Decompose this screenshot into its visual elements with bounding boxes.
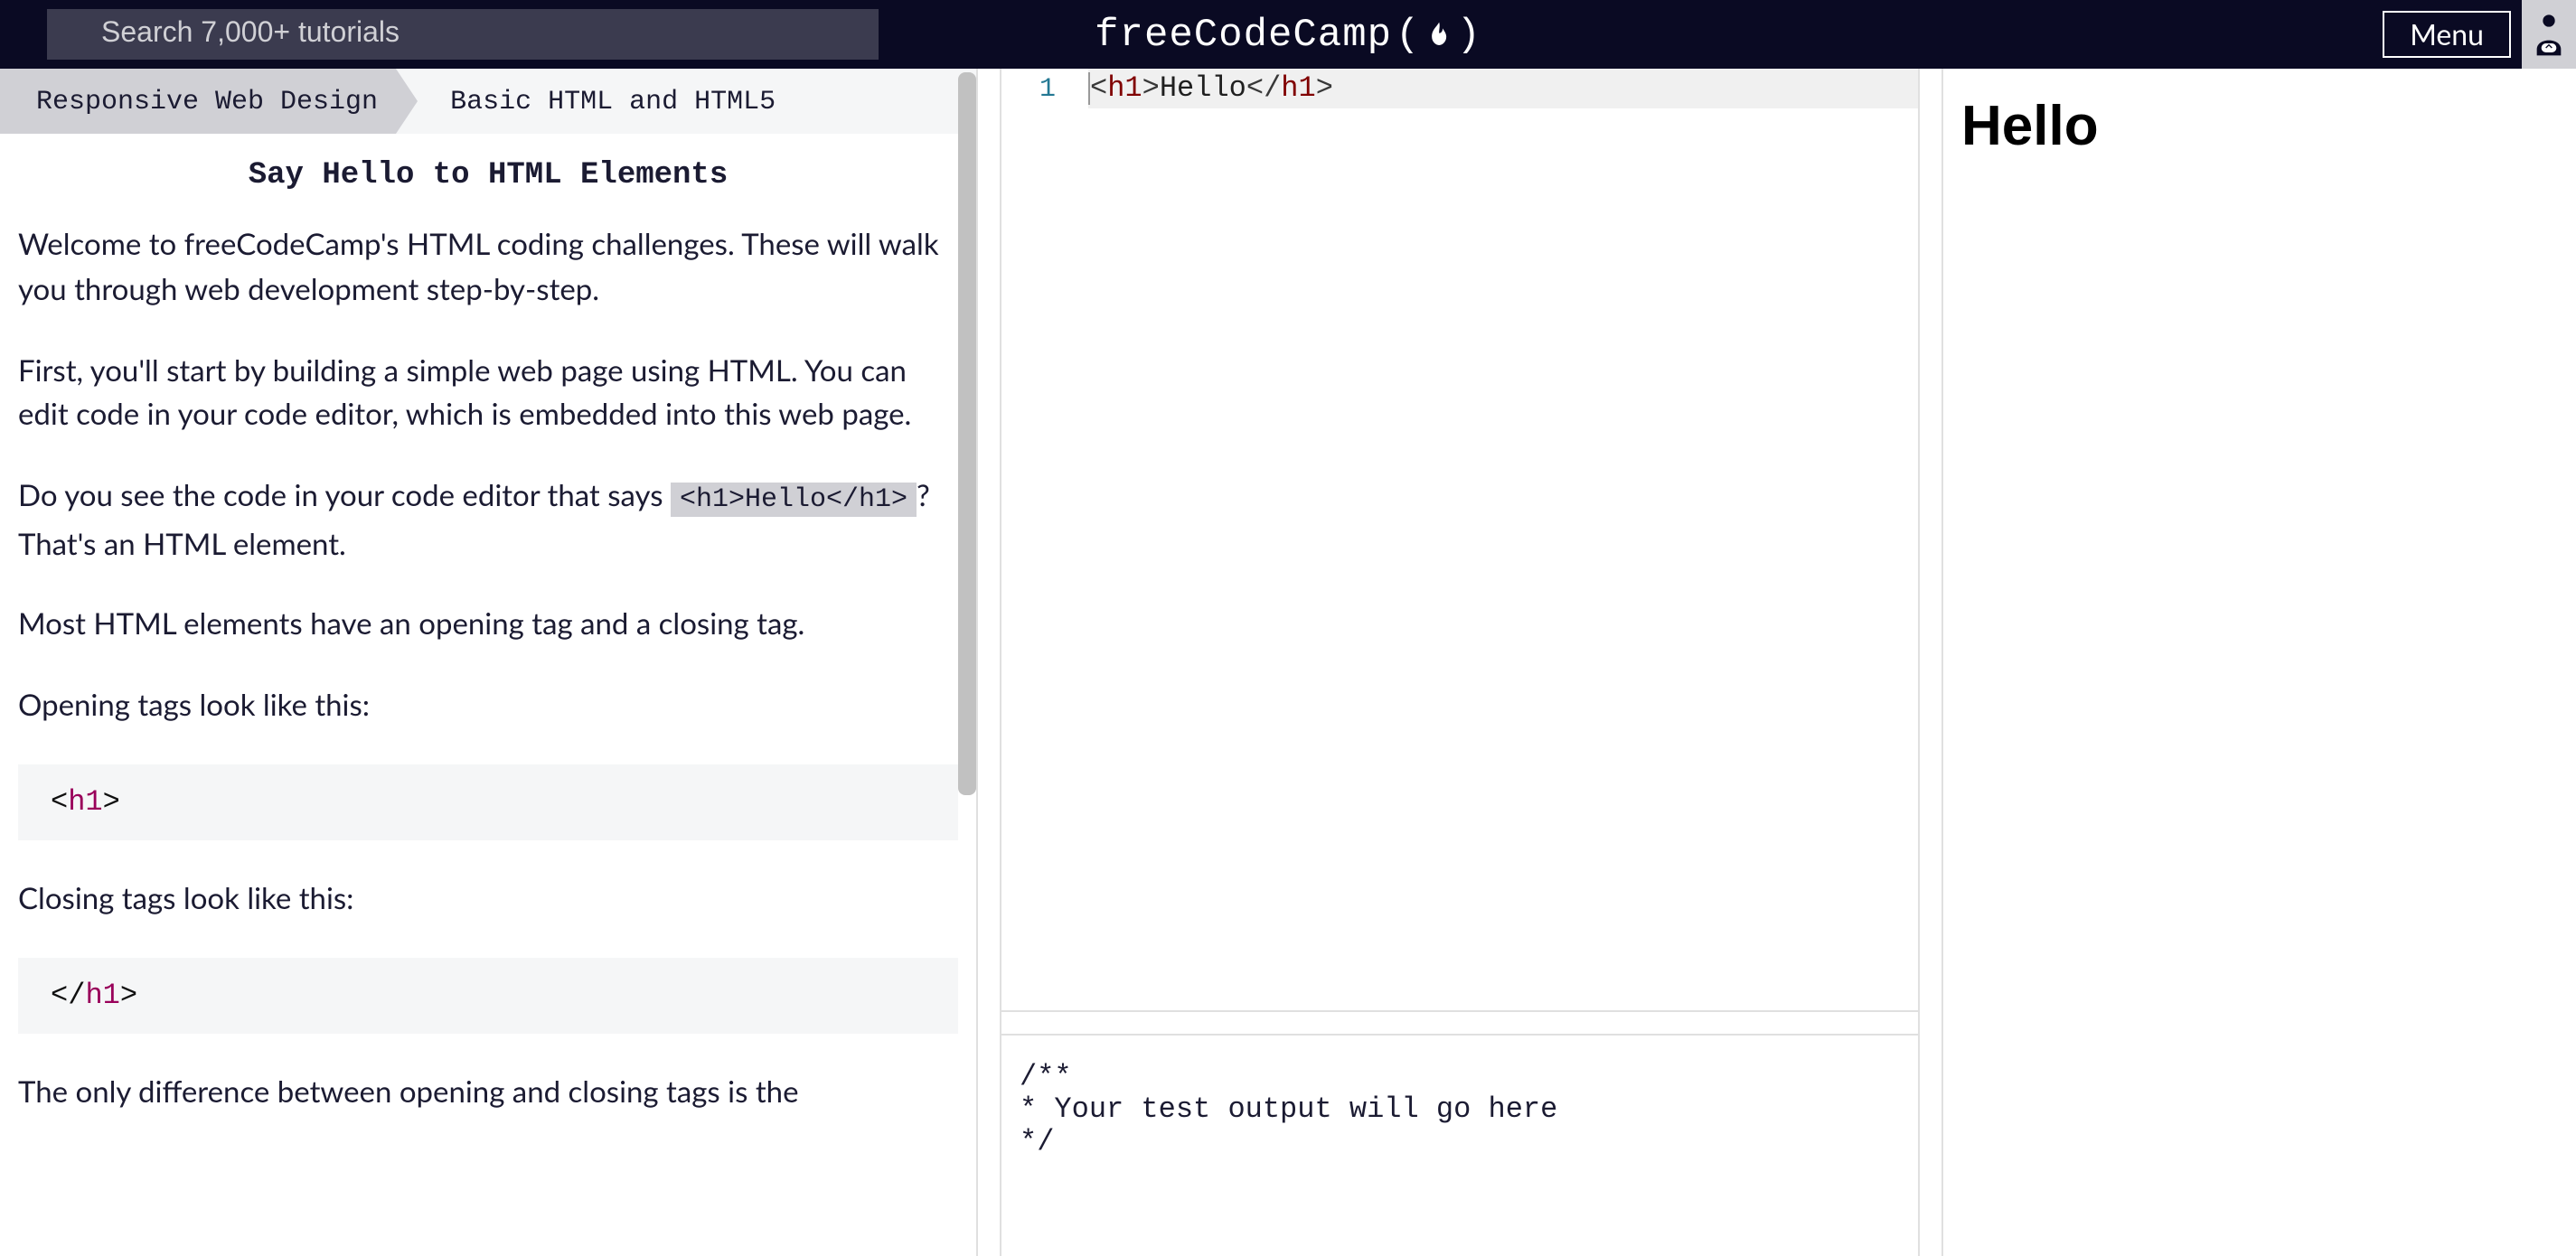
search-input[interactable] [47,9,879,60]
panel-resizer[interactable] [976,69,1001,1256]
desc-para: First, you'll start by building a simple… [18,348,958,437]
code-tag: h1 [68,786,102,819]
desc-para: Do you see the code in your code editor … [18,473,958,567]
panel-resizer[interactable] [1918,69,1943,1256]
preview-panel: Hello [1943,69,2576,1256]
preview-heading: Hello [1961,94,2558,159]
code-line[interactable]: <h1>Hello</h1> [1088,69,1918,108]
logo[interactable]: freeCodeCamp() [1095,12,1481,57]
code-editor[interactable]: 1 <h1>Hello</h1> [1001,69,1918,1010]
test-output: /** * Your test output will go here */ [1001,1036,1918,1256]
menu-button[interactable]: Menu [2383,11,2511,58]
top-nav: freeCodeCamp() Menu [0,0,2576,69]
desc-text: Do you see the code in your code editor … [18,477,671,513]
code-tok: h1 [1107,72,1142,105]
fire-icon [1424,18,1453,51]
panel-resizer-horizontal[interactable] [1001,1010,1918,1036]
instructions-panel: Responsive Web Design Basic HTML and HTM… [0,69,976,1256]
avatar[interactable] [2522,0,2576,69]
challenge-title: Say Hello to HTML Elements [0,134,976,222]
instructions-scroll[interactable]: Say Hello to HTML Elements Welcome to fr… [0,134,976,1256]
scrollbar[interactable] [958,69,976,1256]
line-number: 1 [1001,73,1088,104]
breadcrumb-section[interactable]: Basic HTML and HTML5 [396,69,804,134]
code-tag: h1 [85,979,119,1011]
logo-paren: ( [1396,12,1420,57]
code-tok: h1 [1281,72,1315,105]
inline-code: <h1>Hello</h1> [671,483,917,517]
breadcrumb-course[interactable]: Responsive Web Design [0,69,396,134]
logo-text: freeCodeCamp [1095,12,1392,57]
desc-para: Opening tags look like this: [18,683,958,728]
desc-para: Closing tags look like this: [18,876,958,922]
breadcrumb: Responsive Web Design Basic HTML and HTM… [0,69,976,134]
desc-para: The only difference between opening and … [18,1069,958,1114]
logo-paren-close: ) [1456,12,1481,57]
user-icon [2531,9,2567,60]
code-block: </h1> [18,957,958,1033]
desc-para: Welcome to freeCodeCamp's HTML coding ch… [18,222,958,312]
desc-para: Most HTML elements have an opening tag a… [18,603,958,648]
code-block: <h1> [18,764,958,840]
scrollbar-thumb[interactable] [958,72,976,795]
code-tok: Hello [1160,72,1246,105]
